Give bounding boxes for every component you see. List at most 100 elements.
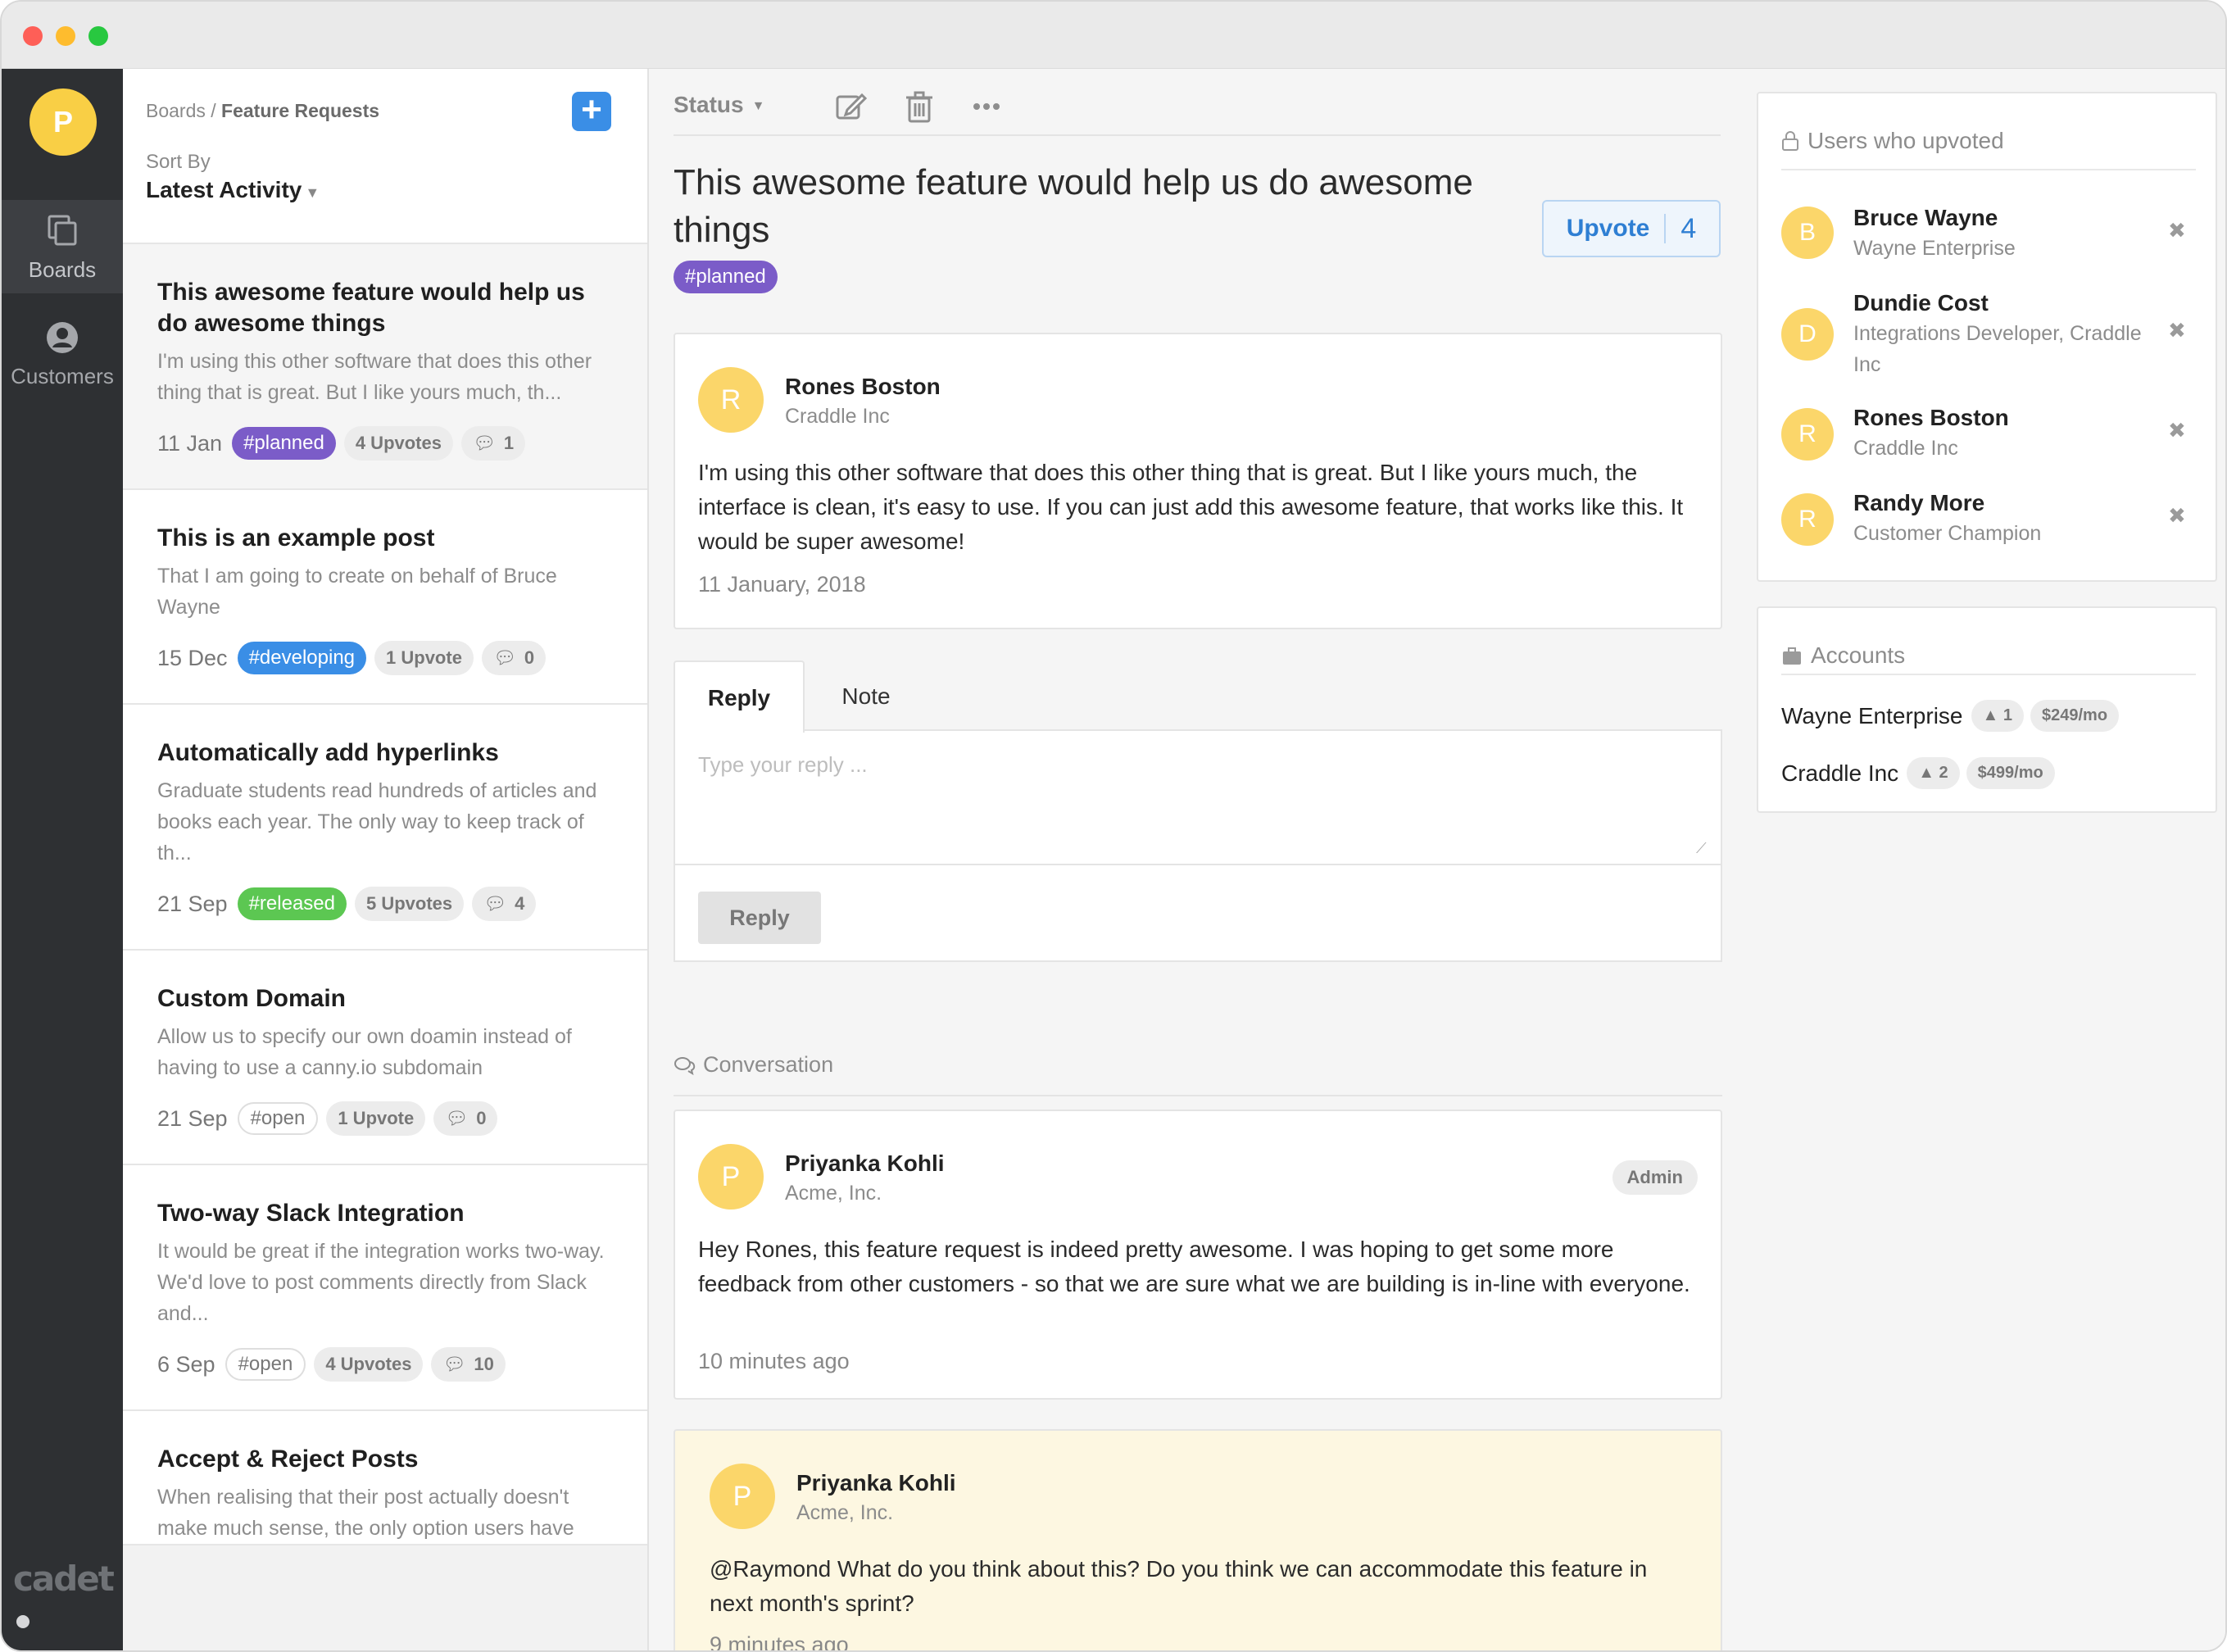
divider — [1781, 169, 2196, 170]
upvoter-subtitle: Craddle Inc — [1853, 437, 1958, 460]
upvote-count: 4 — [1680, 212, 1697, 244]
post-title: Two-way Slack Integration — [157, 1200, 465, 1227]
post-date: 15 Dec — [157, 645, 228, 670]
post-date: 21 Sep — [157, 1105, 228, 1131]
avatar: R — [1781, 493, 1834, 546]
post-title: Automatically add hyperlinks — [157, 739, 499, 766]
brand-logo: cadet — [13, 1559, 123, 1639]
post-description: That I am going to create on behalf of B… — [157, 565, 557, 619]
post-description: Graduate students read hundreds of artic… — [157, 779, 597, 865]
upvoter-subtitle: Customer Champion — [1853, 522, 2042, 545]
minimize-window-button[interactable] — [56, 26, 75, 46]
briefcase-icon — [1783, 647, 1801, 665]
post-title: This awesome feature would help us do aw… — [674, 162, 1473, 250]
status-dropdown[interactable]: Status ▼ — [674, 92, 764, 118]
comment-count-badge: 💬︎ 0 — [481, 641, 547, 675]
sort-dropdown[interactable]: Latest Activity ▼ — [146, 177, 320, 203]
post-title: This is an example post — [157, 524, 435, 551]
author-name[interactable]: Priyanka Kohli — [796, 1470, 956, 1496]
post-list-item[interactable]: This is an example post That I am going … — [123, 490, 647, 705]
upvote-count-badge: 1 Upvote — [326, 1101, 426, 1136]
avatar: D — [1781, 308, 1834, 361]
comment-icon: 💬︎ — [445, 1108, 469, 1128]
upvote-count-badge: 4 Upvotes — [343, 426, 453, 461]
chat-bubbles-icon — [674, 1057, 696, 1076]
divider — [1781, 674, 2196, 675]
comment-count: 1 — [503, 433, 515, 453]
maximize-window-button[interactable] — [88, 26, 108, 46]
reply-button[interactable]: Reply — [698, 892, 821, 944]
add-post-button[interactable]: + — [572, 92, 611, 131]
upvoter-name[interactable]: Randy More — [1853, 490, 1984, 516]
status-tag: #planned — [674, 261, 778, 293]
post-description: It would be great if the integration wor… — [157, 1240, 605, 1325]
author-name[interactable]: Priyanka Kohli — [785, 1150, 945, 1177]
edit-icon[interactable] — [834, 90, 867, 123]
caret-up-icon: ▲ — [1918, 764, 1939, 782]
comment-body: Hey Rones, this feature request is indee… — [698, 1237, 1690, 1296]
status-tag: #open — [237, 1102, 319, 1135]
avatar: R — [698, 367, 764, 433]
post-description: When realising that their post actually … — [157, 1486, 574, 1540]
more-icon[interactable] — [970, 90, 1003, 123]
workspace-avatar[interactable]: P — [29, 88, 97, 156]
post-list-item[interactable]: This awesome feature would help us do aw… — [123, 244, 647, 490]
comment-icon: 💬︎ — [442, 1354, 466, 1374]
reply-composer: Type your reply ... ⟋ Reply — [674, 729, 1722, 962]
post-meta: 6 Sep #open 4 Upvotes 💬︎ 10 — [157, 1347, 615, 1409]
post-list-item[interactable]: Automatically add hyperlinks Graduate st… — [123, 705, 647, 951]
comment-card: P Priyanka Kohli Acme, Inc. Admin Hey Ro… — [674, 1110, 1722, 1400]
rail-item-boards[interactable]: Boards — [2, 200, 123, 293]
upvoter-name[interactable]: Dundie Cost — [1853, 290, 1989, 316]
post-description: I'm using this other software that does … — [157, 350, 592, 404]
comment-body: @Raymond What do you think about this? D… — [710, 1556, 1648, 1616]
left-rail: P Boards Customers cadet — [2, 69, 123, 1650]
close-window-button[interactable] — [23, 26, 43, 46]
account-user-count: ▲ 1 — [1971, 700, 2024, 732]
post-list-item[interactable]: Accept & Reject Posts When realising tha… — [123, 1411, 647, 1545]
trash-icon[interactable] — [903, 90, 936, 123]
post-date: 11 January, 2018 — [698, 572, 866, 597]
upvote-count-badge: 4 Upvotes — [314, 1347, 424, 1382]
chevron-down-icon: ▼ — [305, 184, 320, 201]
reply-input[interactable]: Type your reply ... ⟋ — [675, 731, 1721, 865]
breadcrumb-root[interactable]: Boards / — [146, 100, 216, 121]
post-list-item[interactable]: Custom Domain Allow us to specify our ow… — [123, 951, 647, 1165]
breadcrumb: Boards / Feature Requests — [146, 100, 379, 122]
rail-item-customers[interactable]: Customers — [2, 306, 123, 400]
remove-upvoter-icon[interactable]: ✖ — [2168, 318, 2186, 343]
post-list-item[interactable]: Two-way Slack Integration It would be gr… — [123, 1165, 647, 1411]
comment-count-badge: 💬︎ 4 — [472, 887, 537, 921]
upvoter-name[interactable]: Rones Boston — [1853, 405, 2009, 431]
comment-time: 10 minutes ago — [698, 1349, 850, 1373]
remove-upvoter-icon[interactable]: ✖ — [2168, 503, 2186, 529]
account-row[interactable]: Craddle Inc ▲ 2 $499/mo — [1781, 757, 2055, 789]
accounts-panel: Accounts Wayne Enterprise ▲ 1 $249/mo Cr… — [1757, 606, 2217, 813]
account-count-value: 1 — [2002, 706, 2012, 724]
post-list-panel: Boards / Feature Requests + Sort By Late… — [123, 69, 649, 1650]
comment-icon: 💬︎ — [472, 433, 496, 453]
remove-upvoter-icon[interactable]: ✖ — [2168, 218, 2186, 243]
account-mrr: $249/mo — [2030, 700, 2120, 732]
tab-reply[interactable]: Reply — [674, 660, 805, 733]
upvote-count-badge: 1 Upvote — [374, 641, 474, 675]
accounts-title: Accounts — [1781, 642, 1905, 669]
tab-note[interactable]: Note — [805, 660, 928, 733]
post-meta: 15 Dec #developing 1 Upvote 💬︎ 0 — [157, 641, 615, 703]
avatar: P — [698, 1144, 764, 1210]
avatar: R — [1781, 408, 1834, 461]
account-row[interactable]: Wayne Enterprise ▲ 1 $249/mo — [1781, 700, 2120, 732]
lock-icon — [1782, 131, 1798, 151]
post-date: 6 Sep — [157, 1351, 215, 1377]
post-toolbar: Status ▼ — [674, 69, 1721, 136]
breadcrumb-current: Feature Requests — [221, 100, 380, 121]
author-name[interactable]: Rones Boston — [785, 374, 941, 400]
account-mrr: $499/mo — [1966, 757, 2055, 789]
remove-upvoter-icon[interactable]: ✖ — [2168, 418, 2186, 443]
resize-handle-icon[interactable]: ⟋ — [1696, 841, 1711, 856]
note-card: P Priyanka Kohli Acme, Inc. @Raymond Wha… — [674, 1429, 1722, 1650]
boards-icon — [48, 215, 77, 246]
upvote-button[interactable]: Upvote 4 — [1542, 200, 1721, 257]
upvoter-subtitle: Wayne Enterprise — [1853, 237, 2016, 260]
upvoter-name[interactable]: Bruce Wayne — [1853, 205, 1998, 231]
